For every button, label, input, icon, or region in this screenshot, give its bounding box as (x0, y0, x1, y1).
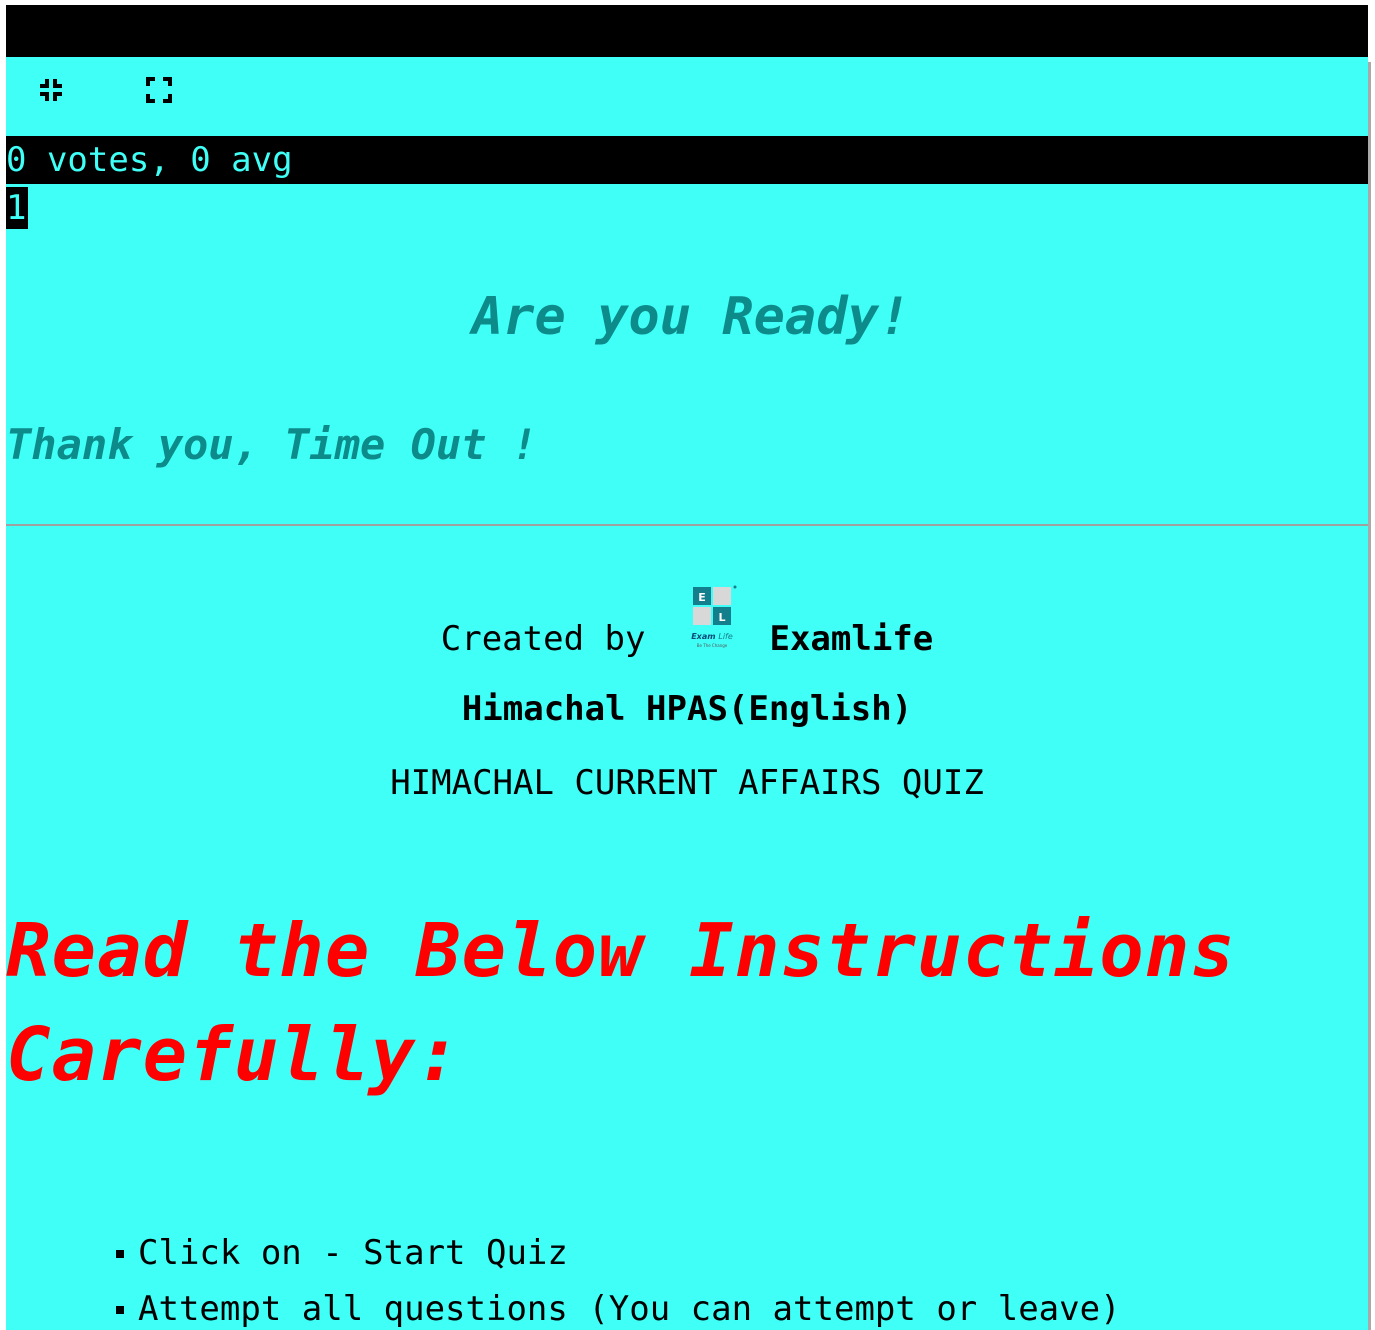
divider (6, 524, 1368, 526)
ready-message: Are you Ready! (471, 287, 911, 347)
fullscreen-icon[interactable] (144, 75, 174, 105)
exit-fullscreen-icon[interactable] (36, 75, 66, 105)
svg-text:L: L (719, 611, 726, 624)
quiz-page: 0 votes, 0 avg 1 Are you Ready! Thank yo… (6, 5, 1368, 1330)
examlife-logo: E L Exam Life Be The Change (685, 585, 743, 655)
created-by-label: Created by (440, 619, 646, 659)
instructions-heading: Read the Below Instructions Carefully: (6, 908, 1236, 1098)
creator-line: Created by E L Exam Life Be The Change E… (6, 585, 1368, 661)
svg-text:Exam Life: Exam Life (692, 632, 734, 641)
question-counter: 1 (6, 187, 29, 229)
top-bar (6, 5, 1368, 57)
creator-name: Examlife (769, 619, 934, 659)
list-item: Click on - Start Quiz (112, 1225, 1121, 1281)
quiz-title: HIMACHAL CURRENT AFFAIRS QUIZ (390, 763, 984, 803)
scrollbar-edge (1368, 62, 1371, 1330)
creator-group: Himachal HPAS(English) (461, 689, 913, 729)
svg-text:Be The Change: Be The Change (697, 643, 728, 648)
rating-summary: 0 votes, 0 avg (6, 136, 1368, 184)
list-item: Attempt all questions (You can attempt o… (112, 1281, 1121, 1330)
timeout-message: Thank you, Time Out ! (6, 420, 538, 469)
svg-text:E: E (699, 591, 707, 604)
quiz-controls (6, 57, 1368, 136)
instructions-list: Click on - Start Quiz Attempt all questi… (6, 1225, 1121, 1330)
